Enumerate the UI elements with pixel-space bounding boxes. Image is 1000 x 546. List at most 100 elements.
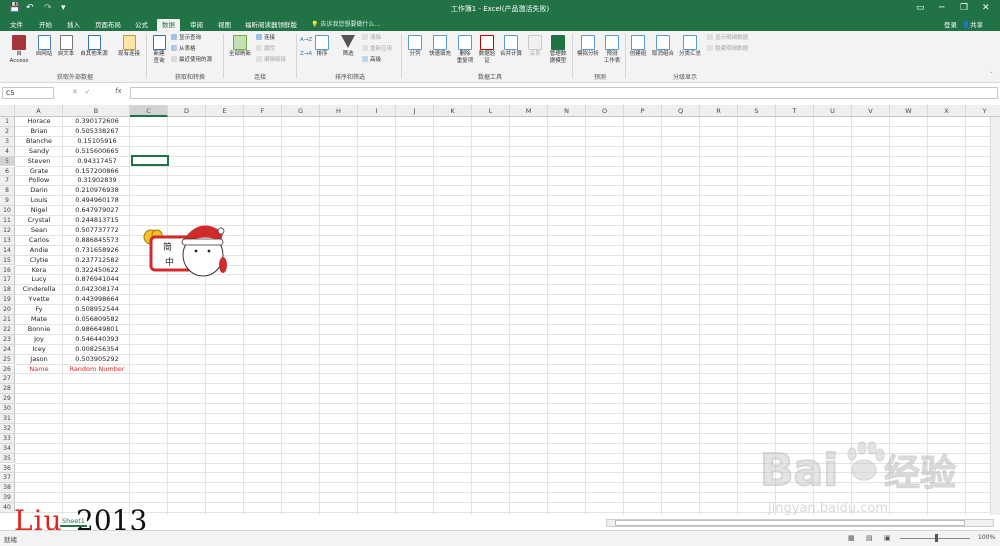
cell-random-number[interactable]: 0.508952544 bbox=[64, 305, 130, 315]
flash-fill-button[interactable]: 快速填充 bbox=[427, 35, 453, 58]
row-header-32[interactable]: 32 bbox=[0, 423, 15, 434]
column-header-n[interactable]: N bbox=[548, 105, 586, 117]
column-header-g[interactable]: G bbox=[282, 105, 320, 117]
cell-random-number[interactable]: 0.94317457 bbox=[64, 157, 130, 167]
row-header-5[interactable]: 5 bbox=[0, 156, 15, 167]
page-break-view-icon[interactable]: ▣ bbox=[884, 534, 891, 542]
tell-me-box[interactable]: 💡 告诉我您想要做什么... bbox=[311, 19, 380, 31]
row-header-35[interactable]: 35 bbox=[0, 453, 15, 464]
cell-random-number[interactable]: 0.731658926 bbox=[64, 246, 130, 256]
cell-random-number[interactable]: 0.157200866 bbox=[64, 167, 130, 177]
row-header-27[interactable]: 27 bbox=[0, 374, 15, 385]
row-header-7[interactable]: 7 bbox=[0, 176, 15, 187]
column-header-p[interactable]: P bbox=[624, 105, 662, 117]
row-header-3[interactable]: 3 bbox=[0, 136, 15, 147]
row-header-13[interactable]: 13 bbox=[0, 235, 15, 246]
cell-name[interactable]: Sean bbox=[15, 226, 63, 236]
cell-random-number[interactable]: 0.647979027 bbox=[64, 206, 130, 216]
ribbon-display-icon[interactable]: ▭ bbox=[916, 3, 925, 13]
cell-random-number[interactable]: 0.31902839 bbox=[64, 176, 130, 186]
relationships-button[interactable]: 关系 bbox=[526, 35, 544, 58]
cell-name[interactable]: Kora bbox=[15, 266, 63, 276]
properties-button[interactable]: 属性 bbox=[256, 45, 275, 53]
column-header-d[interactable]: D bbox=[168, 105, 206, 117]
cell-name[interactable]: Pollow bbox=[15, 176, 63, 186]
column-header-b[interactable]: B bbox=[63, 105, 130, 117]
cell-name[interactable]: Nigel bbox=[15, 206, 63, 216]
sort-za-button[interactable]: Z→A bbox=[300, 50, 312, 58]
column-header-l[interactable]: L bbox=[472, 105, 510, 117]
cell-name[interactable]: Mate bbox=[15, 315, 63, 325]
existing-connections-button[interactable]: 现有连接 bbox=[115, 35, 143, 58]
cell-name[interactable]: Darin bbox=[15, 186, 63, 196]
cell-name[interactable]: Carlos bbox=[15, 236, 63, 246]
connections-button[interactable]: 连接 bbox=[256, 34, 275, 42]
name-box[interactable]: C5 bbox=[2, 87, 54, 99]
cell-name[interactable]: Sandy bbox=[15, 147, 63, 157]
cell-header-name[interactable]: Name bbox=[15, 365, 63, 375]
column-header-k[interactable]: K bbox=[434, 105, 472, 117]
subtotal-button[interactable]: 分类汇总 bbox=[678, 35, 702, 58]
cell-name[interactable]: Horace bbox=[15, 117, 63, 127]
row-header-1[interactable]: 1 bbox=[0, 117, 15, 127]
row-header-17[interactable]: 17 bbox=[0, 275, 15, 286]
cell-name[interactable]: Yvette bbox=[15, 295, 63, 305]
normal-view-icon[interactable]: ▦ bbox=[848, 534, 855, 542]
row-header-2[interactable]: 2 bbox=[0, 126, 15, 137]
cell-random-number[interactable]: 0.008256354 bbox=[64, 345, 130, 355]
cell-random-number[interactable]: 0.505338267 bbox=[64, 127, 130, 137]
refresh-all-button[interactable]: 全部刷新 bbox=[227, 35, 253, 58]
signin-link[interactable]: 登录 bbox=[944, 19, 957, 31]
row-header-36[interactable]: 36 bbox=[0, 463, 15, 474]
cancel-icon[interactable]: ✕ bbox=[72, 88, 78, 96]
row-header-39[interactable]: 39 bbox=[0, 493, 15, 504]
column-header-h[interactable]: H bbox=[320, 105, 358, 117]
new-query-button[interactable]: 新建 查询 bbox=[149, 35, 169, 65]
column-header-y[interactable]: Y bbox=[966, 105, 1000, 117]
what-if-button[interactable]: 模拟分析 bbox=[575, 35, 601, 58]
column-header-e[interactable]: E bbox=[206, 105, 244, 117]
active-cell-selection[interactable] bbox=[131, 155, 169, 166]
vertical-scrollbar[interactable] bbox=[990, 117, 1000, 515]
cell-random-number[interactable]: 0.443998664 bbox=[64, 295, 130, 305]
row-header-25[interactable]: 25 bbox=[0, 354, 15, 365]
remove-duplicates-button[interactable]: 删除 重复项 bbox=[455, 35, 475, 65]
column-header-j[interactable]: J bbox=[396, 105, 434, 117]
share-button[interactable]: 👤共享 bbox=[962, 19, 983, 31]
cell-random-number[interactable]: 0.056809582 bbox=[64, 315, 130, 325]
close-button[interactable]: ✕ bbox=[982, 3, 990, 13]
row-header-33[interactable]: 33 bbox=[0, 433, 15, 444]
ungroup-button[interactable]: 取消组合 bbox=[651, 35, 675, 58]
cell-name[interactable]: Jason bbox=[15, 355, 63, 365]
tab-foxit[interactable]: 福昕阅读器领鲜版 bbox=[240, 19, 302, 31]
column-header-x[interactable]: X bbox=[928, 105, 966, 117]
select-all-corner[interactable] bbox=[0, 105, 15, 117]
row-header-16[interactable]: 16 bbox=[0, 265, 15, 276]
cell-random-number[interactable]: 0.237712582 bbox=[64, 256, 130, 266]
text-to-columns-button[interactable]: 分列 bbox=[405, 35, 425, 58]
row-header-26[interactable]: 26 bbox=[0, 364, 15, 375]
hide-detail-button[interactable]: 隐藏明细数据 bbox=[707, 45, 748, 53]
column-header-q[interactable]: Q bbox=[662, 105, 700, 117]
row-header-30[interactable]: 30 bbox=[0, 404, 15, 414]
minimize-button[interactable]: ─ bbox=[939, 3, 944, 13]
row-header-21[interactable]: 21 bbox=[0, 315, 15, 325]
row-header-24[interactable]: 24 bbox=[0, 344, 15, 355]
cell-random-number[interactable]: 0.515600665 bbox=[64, 147, 130, 157]
row-header-11[interactable]: 11 bbox=[0, 216, 15, 226]
cell-name[interactable]: Grate bbox=[15, 167, 63, 177]
cell-random-number[interactable]: 0.503905292 bbox=[64, 355, 130, 365]
column-header-i[interactable]: I bbox=[358, 105, 396, 117]
row-header-15[interactable]: 15 bbox=[0, 255, 15, 266]
column-header-c[interactable]: C bbox=[130, 105, 168, 117]
insert-function-button[interactable]: fx bbox=[115, 87, 122, 95]
row-header-14[interactable]: 14 bbox=[0, 245, 15, 256]
tab-file[interactable]: 文件 bbox=[5, 19, 28, 31]
cell-name[interactable]: Bonnie bbox=[15, 325, 63, 335]
row-header-28[interactable]: 28 bbox=[0, 384, 15, 395]
maximize-button[interactable]: ❐ bbox=[960, 3, 968, 13]
from-web-button[interactable]: 自网站 bbox=[34, 35, 54, 58]
column-header-a[interactable]: A bbox=[15, 105, 63, 117]
tab-page-layout[interactable]: 页面布局 bbox=[90, 19, 126, 31]
row-header-18[interactable]: 18 bbox=[0, 285, 15, 296]
